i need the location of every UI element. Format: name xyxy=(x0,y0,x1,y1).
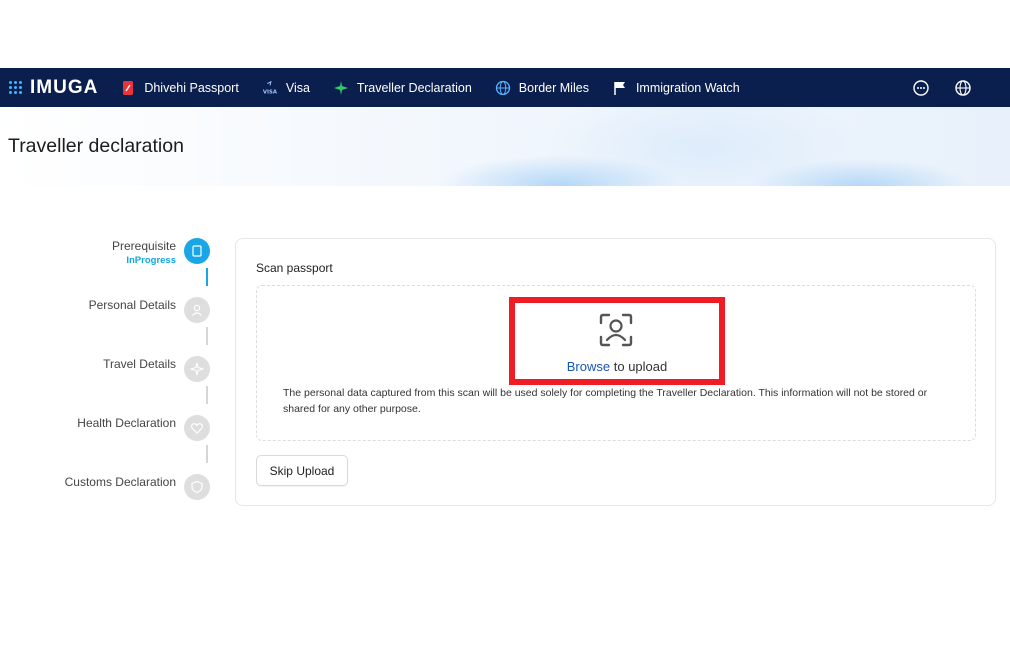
step-prerequisite[interactable]: Prerequisite InProgress xyxy=(30,236,210,266)
airplane-icon xyxy=(184,356,210,382)
step-personal-details[interactable]: Personal Details xyxy=(30,295,210,323)
nav-item-traveller-declaration[interactable]: Traveller Declaration xyxy=(333,80,472,96)
nav-label: Traveller Declaration xyxy=(356,80,472,95)
imuga-logo[interactable]: IMUGA xyxy=(9,77,98,99)
passport-icon xyxy=(184,238,210,264)
nav-item-dhivehi-passport[interactable]: Dhivehi Passport xyxy=(120,80,239,96)
nav-item-border-miles[interactable]: Border Miles xyxy=(495,80,589,96)
logo-text: IMUGA xyxy=(30,76,99,98)
nav-label: Border Miles xyxy=(518,80,589,95)
nav-item-immigration-watch[interactable]: Immigration Watch xyxy=(612,80,740,96)
airplane-icon xyxy=(333,80,349,96)
step-label: Personal Details xyxy=(88,298,176,312)
nav-item-visa[interactable]: VISA Visa xyxy=(262,80,310,96)
flag-icon xyxy=(612,80,628,96)
top-navbar: IMUGA Dhivehi Passport VISA Visa Travell… xyxy=(0,68,1010,107)
step-customs-declaration[interactable]: Customs Declaration xyxy=(30,472,210,500)
card-title: Scan passport xyxy=(256,261,333,275)
chat-icon[interactable] xyxy=(912,79,930,97)
passport-icon xyxy=(120,80,136,96)
privacy-notice: The personal data captured from this sca… xyxy=(283,387,928,415)
nav-label: Immigration Watch xyxy=(635,80,740,95)
svg-text:VISA: VISA xyxy=(263,89,278,95)
step-connector xyxy=(206,268,208,286)
step-connector xyxy=(206,445,208,463)
nav-label: Dhivehi Passport xyxy=(144,80,239,95)
globe-network-icon xyxy=(495,80,511,96)
nav-right-tools xyxy=(888,68,972,107)
heart-icon xyxy=(184,415,210,441)
page-title: Traveller declaration xyxy=(8,135,184,157)
step-travel-details[interactable]: Travel Details xyxy=(30,354,210,382)
step-label: Health Declaration xyxy=(77,416,176,430)
step-connector xyxy=(206,327,208,345)
scan-passport-card: Scan passport Browse to upload The perso… xyxy=(235,238,996,506)
shield-icon xyxy=(184,474,210,500)
language-globe-icon[interactable] xyxy=(954,79,972,97)
nav-label: Visa xyxy=(285,80,310,95)
step-label: Customs Declaration xyxy=(64,475,176,489)
step-status: InProgress xyxy=(126,255,176,266)
step-label: Prerequisite xyxy=(111,239,176,253)
progress-stepper: Prerequisite InProgress Personal Details… xyxy=(40,236,220,506)
page-header: Traveller declaration xyxy=(0,107,1010,186)
skip-upload-button[interactable]: Skip Upload xyxy=(256,455,348,486)
user-icon xyxy=(184,297,210,323)
step-health-declaration[interactable]: Health Declaration xyxy=(30,413,210,441)
step-connector xyxy=(206,386,208,404)
passport-upload-dropzone[interactable]: Browse to upload The personal data captu… xyxy=(256,285,976,441)
step-label: Travel Details xyxy=(103,357,176,371)
visa-icon: VISA xyxy=(262,80,278,96)
logo-dots-icon xyxy=(9,80,23,95)
highlight-annotation-box xyxy=(509,297,725,385)
